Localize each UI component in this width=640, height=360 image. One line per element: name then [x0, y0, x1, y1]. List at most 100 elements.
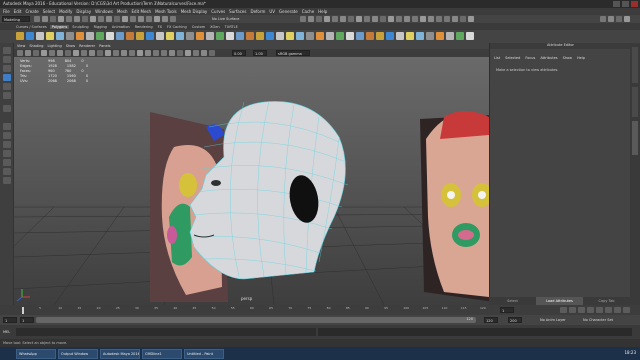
menu-curves[interactable]: Curves	[211, 9, 225, 14]
shelf-tool-icon[interactable]	[426, 32, 434, 40]
status-tool-icon[interactable]	[42, 16, 48, 22]
paint-select-icon[interactable]	[3, 65, 11, 72]
menu-windows[interactable]: Windows	[95, 9, 113, 14]
shelf-tool-icon[interactable]	[276, 32, 284, 40]
side-tab-modeling-toolkit[interactable]	[632, 87, 638, 117]
status-tool-icon[interactable]	[162, 16, 168, 22]
attr-menu-selected[interactable]: Selected	[505, 56, 520, 60]
loop-icon[interactable]	[614, 307, 621, 313]
attr-menu-attributes[interactable]: Attributes	[540, 56, 557, 60]
menu-mesh[interactable]: Mesh	[117, 9, 128, 14]
status-tool-icon[interactable]	[98, 16, 104, 22]
attr-tab-select[interactable]: Select	[489, 297, 536, 305]
status-tool-icon[interactable]	[50, 16, 56, 22]
range-end-field[interactable]: 120	[484, 317, 498, 323]
attr-menu-show[interactable]: Show	[563, 56, 572, 60]
shelf-tab-xgen[interactable]: XGen	[208, 25, 221, 29]
shelf-tool-icon[interactable]	[316, 32, 324, 40]
layout-side-icon[interactable]	[3, 141, 11, 148]
maximize-button[interactable]	[622, 1, 629, 7]
render-tool-icon[interactable]	[308, 16, 314, 22]
go-start-icon[interactable]	[560, 307, 567, 313]
menu-help[interactable]: Help	[318, 9, 327, 14]
play-forward-icon[interactable]	[587, 307, 594, 313]
render-tool-icon[interactable]	[436, 16, 442, 22]
play-back-icon[interactable]	[578, 307, 585, 313]
range-start-field[interactable]: 1	[20, 317, 34, 323]
rotate-tool-icon[interactable]	[3, 83, 11, 90]
show-manipulator-icon[interactable]	[3, 105, 11, 112]
shelf-tool-icon[interactable]	[46, 32, 54, 40]
layout-graph-icon[interactable]	[3, 159, 11, 166]
render-tool-icon[interactable]	[300, 16, 306, 22]
layout-four-icon[interactable]	[3, 132, 11, 139]
current-frame-field[interactable]: 1	[500, 307, 514, 313]
shelf-tool-icon[interactable]	[366, 32, 374, 40]
anim-layer-menu[interactable]: No Anim Layer	[540, 318, 566, 322]
status-tool-icon[interactable]	[66, 16, 72, 22]
shelf-tool-icon[interactable]	[86, 32, 94, 40]
panel-tool-icon[interactable]	[73, 50, 79, 56]
taskbar-item-untitled-paint[interactable]: Untitled - Paint	[184, 348, 224, 359]
step-forward-icon[interactable]	[596, 307, 603, 313]
step-back-icon[interactable]	[569, 307, 576, 313]
shelf-tool-icon[interactable]	[306, 32, 314, 40]
layout-hypershade-icon[interactable]	[3, 177, 11, 184]
shelf-tab-rigging[interactable]: Rigging	[92, 25, 109, 29]
shelf-tab-animation[interactable]: Animation	[110, 25, 132, 29]
character-set-menu[interactable]: No Character Set	[583, 318, 613, 322]
panel-tool-icon[interactable]	[17, 50, 23, 56]
shelf-tab-sculpting[interactable]: Sculpting	[70, 25, 90, 29]
render-tool-icon[interactable]	[340, 16, 346, 22]
panel-tool-icon[interactable]	[49, 50, 55, 56]
attr-menu-list[interactable]: List	[494, 56, 500, 60]
far-clip-field[interactable]: 1.00	[253, 50, 267, 56]
shelf-tab-curves-surfaces[interactable]: Curves / Surfaces	[14, 25, 49, 29]
shelf-tool-icon[interactable]	[416, 32, 424, 40]
panel-toggle-icon[interactable]	[616, 16, 622, 22]
shelf-tool-icon[interactable]	[126, 32, 134, 40]
render-tool-icon[interactable]	[420, 16, 426, 22]
layout-uv-icon[interactable]	[3, 168, 11, 175]
shelf-tool-icon[interactable]	[246, 32, 254, 40]
attr-tab-copy-tab[interactable]: Copy Tab	[583, 297, 630, 305]
panel-tool-icon[interactable]	[41, 50, 47, 56]
status-tool-icon[interactable]	[146, 16, 152, 22]
mode-menu[interactable]: Modeling	[2, 16, 30, 22]
render-tool-icon[interactable]	[356, 16, 362, 22]
settings-icon[interactable]	[623, 307, 630, 313]
status-tool-icon[interactable]	[58, 16, 64, 22]
taskbar-item-autodesk-maya-2016[interactable]: Autodesk Maya 2016 -...	[100, 348, 140, 359]
menu-create[interactable]: Create	[25, 9, 38, 14]
shelf-tool-icon[interactable]	[216, 32, 224, 40]
render-tool-icon[interactable]	[452, 16, 458, 22]
shelf-tab-fx[interactable]: FX	[156, 25, 164, 29]
shelf-tab-polygons[interactable]: Polygons	[49, 24, 70, 29]
panel-menu-show[interactable]: Show	[66, 44, 75, 48]
panel-tool-icon[interactable]	[177, 50, 183, 56]
panel-toggle-icon[interactable]	[600, 16, 606, 22]
taskbar-item-whatsapp[interactable]: WhatsApp	[16, 348, 56, 359]
panel-menu-renderer[interactable]: Renderer	[79, 44, 95, 48]
shelf-tool-icon[interactable]	[96, 32, 104, 40]
status-tool-icon[interactable]	[34, 16, 40, 22]
shelf-tool-icon[interactable]	[296, 32, 304, 40]
shelf-tool-icon[interactable]	[106, 32, 114, 40]
menu-file[interactable]: File	[3, 9, 10, 14]
shelf-tool-icon[interactable]	[356, 32, 364, 40]
shelf-tool-icon[interactable]	[146, 32, 154, 40]
layout-single-icon[interactable]	[3, 123, 11, 130]
panel-tool-icon[interactable]	[57, 50, 63, 56]
panel-tool-icon[interactable]	[161, 50, 167, 56]
shelf-tool-icon[interactable]	[456, 32, 464, 40]
command-language[interactable]: MEL	[3, 330, 10, 334]
render-tool-icon[interactable]	[460, 16, 466, 22]
panel-tool-icon[interactable]	[33, 50, 39, 56]
render-tool-icon[interactable]	[364, 16, 370, 22]
menu-edit-mesh[interactable]: Edit Mesh	[132, 9, 152, 14]
scale-tool-icon[interactable]	[3, 92, 11, 99]
shelf-tool-icon[interactable]	[346, 32, 354, 40]
panel-tool-icon[interactable]	[105, 50, 111, 56]
close-button[interactable]	[631, 1, 638, 7]
shelf-tool-icon[interactable]	[186, 32, 194, 40]
